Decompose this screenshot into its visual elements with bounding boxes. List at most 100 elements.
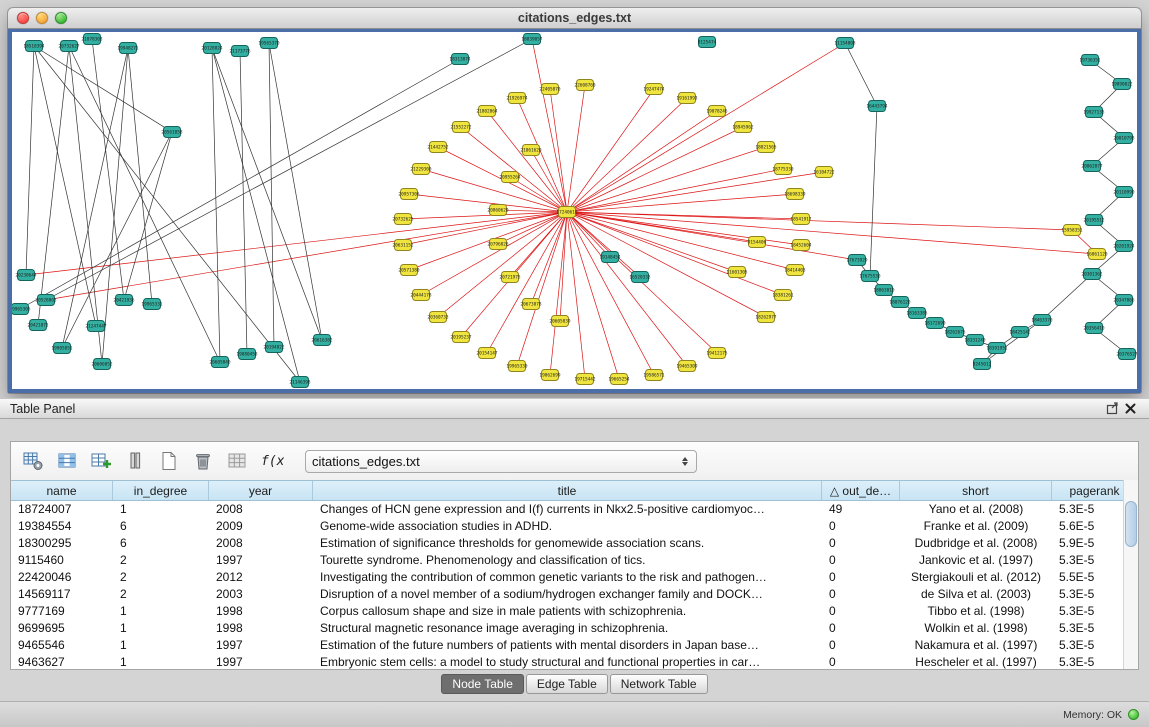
tab-node-table[interactable]: Node Table xyxy=(441,674,524,694)
column-header-2[interactable]: year xyxy=(209,481,313,500)
column-header-5[interactable]: short xyxy=(900,481,1052,500)
table-cell: 0 xyxy=(822,569,900,586)
table-row[interactable]: 1872400712008Changes of HCN gene express… xyxy=(11,501,1138,518)
graph-node-label: 21926974 xyxy=(506,96,528,102)
table-cell: 9115460 xyxy=(11,552,113,569)
graph-node-label: 19247474 xyxy=(643,87,665,93)
graph-node-label: 18063810 xyxy=(873,288,895,294)
table-cell: 2012 xyxy=(209,569,313,586)
close-panel-button[interactable] xyxy=(1121,401,1139,417)
graph-node-label: 18541917 xyxy=(790,217,812,223)
graph-node-label: 20616382 xyxy=(311,338,333,344)
graph-node-label: 20356410 xyxy=(1083,326,1105,332)
table-row[interactable]: 969969511998Structural magnetic resonanc… xyxy=(11,620,1138,637)
traffic-lights xyxy=(17,12,67,24)
table-options-button[interactable] xyxy=(19,447,47,475)
graph-node-label: 21552272 xyxy=(450,125,472,131)
table-cell: 1 xyxy=(113,501,209,518)
graph-node-label: 20957306 xyxy=(398,192,420,198)
float-panel-button[interactable] xyxy=(1103,401,1121,417)
table-cell: 0 xyxy=(822,535,900,552)
network-canvas[interactable]: 1724061622608760224058702192697421802064… xyxy=(12,32,1137,389)
graph-node-label: 20732627 xyxy=(58,44,80,50)
table-vertical-scrollbar[interactable] xyxy=(1123,480,1138,669)
table-row[interactable]: 946554611997Estimation of the future num… xyxy=(11,637,1138,654)
delete-column-button[interactable] xyxy=(223,447,251,475)
column-header-1[interactable]: in_degree xyxy=(113,481,209,500)
function-builder-button[interactable]: f(x) xyxy=(257,447,285,475)
table-cell: 1 xyxy=(113,603,209,620)
graph-node-label: 20301362 xyxy=(1081,272,1103,278)
table-selector-dropdown[interactable]: citations_edges.txt xyxy=(305,450,697,473)
graph-node-label: 9245012 xyxy=(973,362,992,368)
graph-node-label: 19161993 xyxy=(676,96,698,102)
graph-node-label: 20606052 xyxy=(91,362,113,368)
zoom-window-button[interactable] xyxy=(55,12,67,24)
memory-ok-indicator[interactable] xyxy=(1128,709,1139,720)
graph-node-label: 19715442 xyxy=(574,377,596,383)
graph-node-label: 20110990 xyxy=(1113,190,1135,196)
create-column-button[interactable] xyxy=(87,447,115,475)
graph-node-label: 11601305 xyxy=(726,270,748,276)
table-row[interactable]: 1938455462009Genome-wide association stu… xyxy=(11,518,1138,535)
table-cell: 18724007 xyxy=(11,501,113,518)
delete-table-button[interactable] xyxy=(189,447,217,475)
table-cell: 49 xyxy=(822,501,900,518)
import-table-button[interactable] xyxy=(121,447,149,475)
table-cell: 1998 xyxy=(209,603,313,620)
close-window-button[interactable] xyxy=(17,12,29,24)
graph-node-label: 20195512 xyxy=(1083,218,1105,224)
tab-network-table[interactable]: Network Table xyxy=(610,674,708,694)
tab-edge-table[interactable]: Edge Table xyxy=(526,674,608,694)
graph-node-label: 20955264 xyxy=(499,175,521,181)
column-header-4[interactable]: △ out_de… xyxy=(822,481,900,500)
graph-node-label: 11154808 xyxy=(834,41,856,47)
show-columns-button[interactable] xyxy=(53,447,81,475)
graph-node-label: 20796026 xyxy=(487,242,509,248)
window-titlebar[interactable]: citations_edges.txt xyxy=(8,8,1141,29)
table-cell: Hescheler et al. (1997) xyxy=(900,654,1052,669)
table-cell: Genome-wide association studies in ADHD. xyxy=(313,518,822,535)
table-cell: 2008 xyxy=(209,501,313,518)
graph-node-label: 20201924 xyxy=(1113,244,1135,250)
table-row[interactable]: 1830029562008Estimation of significance … xyxy=(11,535,1138,552)
graph-node-label: 18262675 xyxy=(944,330,966,336)
graph-node-label: 20732625 xyxy=(392,217,414,223)
graph-node-label: 19890022 xyxy=(1111,82,1133,88)
graph-node-label: 21061620 xyxy=(520,148,542,154)
table-cell: 2 xyxy=(113,569,209,586)
table-row[interactable]: 946362711997Embryonic stem cells: a mode… xyxy=(11,654,1138,669)
table-cell: Tibbo et al. (1998) xyxy=(900,603,1052,620)
new-table-button[interactable] xyxy=(155,447,183,475)
table-row[interactable]: 2242004622012Investigating the contribut… xyxy=(11,569,1138,586)
table-body: 1872400712008Changes of HCN gene express… xyxy=(11,501,1138,669)
graph-node-label: 18172690 xyxy=(924,321,946,327)
table-cell: 1997 xyxy=(209,552,313,569)
graph-node-label: 19965305 xyxy=(12,307,31,313)
table-row[interactable]: 1456911722003Disruption of a novel membe… xyxy=(11,586,1138,603)
svg-text:f(x): f(x) xyxy=(261,454,284,469)
table-row[interactable]: 977716911998Corpus callosum shape and si… xyxy=(11,603,1138,620)
memory-status-label[interactable]: Memory: OK xyxy=(1063,709,1122,721)
graph-node-label: 19148454 xyxy=(599,255,621,261)
graph-node-label: 17673929 xyxy=(846,258,868,264)
table-row[interactable]: 911546021997Tourette syndrome. Phenomeno… xyxy=(11,552,1138,569)
graph-node-label: 19586571 xyxy=(643,373,665,379)
graph-node-label: 18452604 xyxy=(790,243,812,249)
graph-node-label: 18262977 xyxy=(755,315,777,321)
minimize-window-button[interactable] xyxy=(36,12,48,24)
graph-node-label: 20561058 xyxy=(161,130,183,136)
column-header-0[interactable]: name xyxy=(11,481,113,500)
graph-node-label: 20347866 xyxy=(1113,298,1135,304)
graph-node-label: 19948271 xyxy=(117,46,139,52)
graph-node-label: 16104722 xyxy=(813,170,835,176)
graph-node-label: 18775330 xyxy=(772,167,794,173)
float-panel-icon xyxy=(1106,402,1119,415)
table-toolbar: f(x) citations_edges.txt xyxy=(11,442,1138,480)
network-view-frame: 1724061622608760224058702192697421802064… xyxy=(8,29,1141,393)
trash-icon xyxy=(192,450,214,472)
table-cell: 22420046 xyxy=(11,569,113,586)
scrollbar-thumb[interactable] xyxy=(1125,501,1137,547)
graph-node-label: 19078246 xyxy=(706,109,728,115)
column-header-3[interactable]: title xyxy=(313,481,822,500)
